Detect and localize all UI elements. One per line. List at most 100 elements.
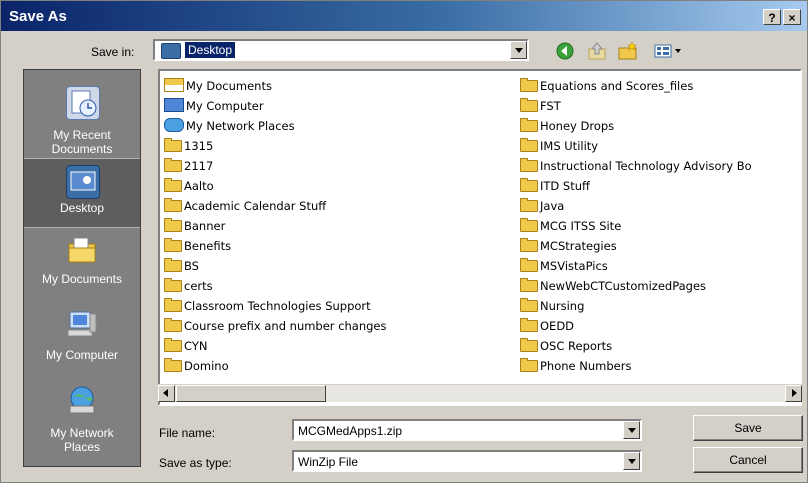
folder-icon bbox=[520, 258, 538, 272]
help-button[interactable]: ? bbox=[763, 9, 781, 25]
my-computer-icon bbox=[66, 308, 98, 340]
list-item[interactable]: 1315 bbox=[164, 137, 213, 155]
item-label: My Network Places bbox=[186, 119, 295, 133]
folder-icon bbox=[164, 318, 182, 332]
folder-icon bbox=[164, 278, 182, 292]
network-places-icon bbox=[164, 118, 184, 132]
list-item[interactable]: Phone Numbers bbox=[520, 357, 631, 375]
scroll-right-icon[interactable] bbox=[785, 385, 802, 402]
list-item[interactable]: My Documents bbox=[164, 77, 272, 95]
folder-icon bbox=[164, 358, 182, 372]
list-item[interactable]: FST bbox=[520, 97, 561, 115]
list-item[interactable]: OSC Reports bbox=[520, 337, 612, 355]
up-folder-icon[interactable] bbox=[586, 41, 608, 61]
folder-icon bbox=[520, 118, 538, 132]
list-item[interactable]: Course prefix and number changes bbox=[164, 317, 387, 335]
file-name-value: MCGMedApps1.zip bbox=[298, 424, 403, 438]
list-item[interactable]: OEDD bbox=[520, 317, 574, 335]
save-type-value: WinZip File bbox=[298, 455, 359, 469]
desktop-icon bbox=[66, 165, 100, 199]
folder-icon bbox=[520, 138, 538, 152]
folder-icon bbox=[520, 178, 538, 192]
my-documents-icon bbox=[164, 78, 184, 92]
folder-icon bbox=[520, 158, 538, 172]
list-item[interactable]: BS bbox=[164, 257, 199, 275]
chevron-down-icon[interactable] bbox=[510, 41, 527, 59]
list-item[interactable]: Instructional Technology Advisory Bo bbox=[520, 157, 798, 175]
item-label: OEDD bbox=[540, 319, 575, 333]
list-item[interactable]: NewWebCTCustomizedPages bbox=[520, 277, 706, 295]
my-documents-icon bbox=[66, 234, 98, 266]
recent-documents-icon bbox=[66, 86, 100, 120]
places-bar: My Recent Documents Desktop My Documents… bbox=[23, 69, 141, 467]
folder-icon bbox=[520, 278, 538, 292]
views-menu-icon[interactable] bbox=[653, 41, 683, 61]
save-as-dialog: Save As ? × Save in: Desktop My Recent D… bbox=[0, 0, 808, 483]
list-item[interactable]: MCStrategies bbox=[520, 237, 617, 255]
place-label: My Documents bbox=[41, 272, 123, 286]
list-item[interactable]: certs bbox=[164, 277, 213, 295]
item-label: certs bbox=[184, 279, 213, 293]
item-label: Classroom Technologies Support bbox=[184, 299, 371, 313]
list-item[interactable]: IMS Utility bbox=[520, 137, 598, 155]
place-recent-documents[interactable]: My Recent Documents bbox=[24, 78, 140, 158]
folder-icon bbox=[164, 258, 182, 272]
cancel-button[interactable]: Cancel bbox=[693, 447, 803, 473]
folder-icon bbox=[164, 238, 182, 252]
folder-icon bbox=[164, 298, 182, 312]
list-item[interactable]: Academic Calendar Stuff bbox=[164, 197, 326, 215]
list-item[interactable]: Equations and Scores_files bbox=[520, 77, 693, 95]
file-list[interactable]: My Documents My Computer My Network Plac… bbox=[158, 69, 802, 406]
item-label: ITD Stuff bbox=[540, 179, 590, 193]
item-label: Academic Calendar Stuff bbox=[184, 199, 327, 213]
place-desktop[interactable]: Desktop bbox=[24, 158, 140, 228]
list-item[interactable]: Honey Drops bbox=[520, 117, 614, 135]
place-my-documents[interactable]: My Documents bbox=[24, 230, 140, 300]
list-item[interactable]: CYN bbox=[164, 337, 207, 355]
scroll-left-icon[interactable] bbox=[158, 385, 175, 402]
list-item[interactable]: 2117 bbox=[164, 157, 213, 175]
back-icon[interactable] bbox=[554, 41, 576, 61]
list-item[interactable]: Aalto bbox=[164, 177, 214, 195]
folder-icon bbox=[520, 218, 538, 232]
list-item[interactable]: ITD Stuff bbox=[520, 177, 590, 195]
item-label: Equations and Scores_files bbox=[540, 79, 694, 93]
list-item[interactable]: Domino bbox=[164, 357, 229, 375]
file-name-input[interactable]: MCGMedApps1.zip bbox=[292, 419, 642, 441]
save-button[interactable]: Save bbox=[693, 415, 803, 441]
list-item[interactable]: Classroom Technologies Support bbox=[164, 297, 371, 315]
horizontal-scrollbar[interactable] bbox=[158, 384, 802, 402]
save-type-dropdown[interactable]: WinZip File bbox=[292, 450, 642, 472]
save-in-dropdown[interactable]: Desktop bbox=[153, 39, 529, 61]
list-item[interactable]: My Computer bbox=[164, 97, 264, 115]
folder-icon bbox=[164, 198, 182, 212]
list-item[interactable]: MSVistaPics bbox=[520, 257, 608, 275]
list-item[interactable]: My Network Places bbox=[164, 117, 295, 135]
item-label: 1315 bbox=[184, 139, 214, 153]
list-item[interactable]: Banner bbox=[164, 217, 225, 235]
folder-icon bbox=[164, 158, 182, 172]
chevron-down-icon[interactable] bbox=[623, 452, 640, 470]
window-title: Save As bbox=[9, 8, 67, 25]
item-label: MSVistaPics bbox=[540, 259, 608, 273]
list-item[interactable]: MCG ITSS Site bbox=[520, 217, 621, 235]
folder-icon bbox=[520, 298, 538, 312]
save-in-value: Desktop bbox=[185, 42, 236, 58]
list-item[interactable]: Benefits bbox=[164, 237, 231, 255]
chevron-down-icon[interactable] bbox=[623, 421, 640, 439]
scrollbar-thumb[interactable] bbox=[176, 385, 326, 402]
save-in-label: Save in: bbox=[91, 45, 135, 59]
close-button[interactable]: × bbox=[783, 9, 801, 25]
list-item[interactable]: Java bbox=[520, 197, 564, 215]
place-network-places[interactable]: My Network Places bbox=[24, 380, 140, 460]
folder-icon bbox=[520, 358, 538, 372]
place-my-computer[interactable]: My Computer bbox=[24, 304, 140, 376]
item-label: IMS Utility bbox=[540, 139, 599, 153]
folder-icon bbox=[164, 138, 182, 152]
folder-icon bbox=[520, 338, 538, 352]
title-bar[interactable]: Save As ? × bbox=[1, 1, 807, 31]
new-folder-icon[interactable] bbox=[617, 41, 639, 61]
list-item[interactable]: Nursing bbox=[520, 297, 584, 315]
item-label: NewWebCTCustomizedPages bbox=[540, 279, 707, 293]
my-computer-icon bbox=[164, 98, 184, 112]
